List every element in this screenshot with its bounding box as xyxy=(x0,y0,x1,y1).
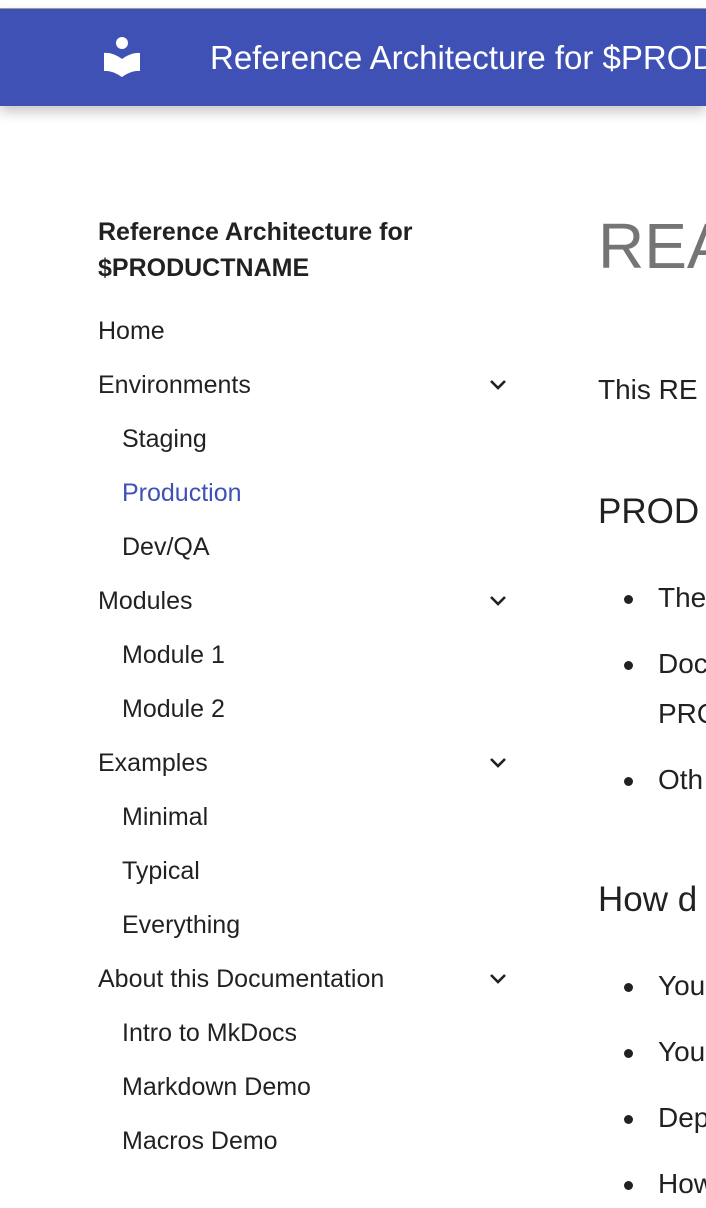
nav-item-home[interactable]: Home xyxy=(98,304,518,358)
nav-item-macros-demo[interactable]: Macros Demo xyxy=(98,1114,518,1168)
nav-item-label: Typical xyxy=(122,856,200,885)
nav-item-label: Macros Demo xyxy=(122,1126,278,1155)
list-item-text: How xyxy=(658,1168,706,1199)
nav-item-examples[interactable]: Examples xyxy=(98,736,518,790)
nav-item-label: Module 2 xyxy=(122,694,225,723)
list-item-continuation: PRO xyxy=(658,698,706,729)
nav-item-label: Everything xyxy=(122,910,241,939)
nav-item-modules[interactable]: Modules xyxy=(98,574,518,628)
nav-item-label: Production xyxy=(122,478,242,507)
nav-item-module-1[interactable]: Module 1 xyxy=(98,628,518,682)
main-content: REA This RE PROD The Doc PRO Oth How d Y… xyxy=(598,0,706,1208)
nav-item-label: Dev/QA xyxy=(122,532,210,561)
nav-item-label: Minimal xyxy=(122,802,209,831)
bullet-icon xyxy=(624,1049,633,1058)
list-item-text: The xyxy=(658,582,706,613)
section-heading: How d xyxy=(598,880,698,919)
bullet-icon xyxy=(624,661,633,670)
nav-item-everything[interactable]: Everything xyxy=(98,898,518,952)
bullet-icon xyxy=(624,1181,633,1190)
chevron-down-icon[interactable] xyxy=(486,373,510,397)
nav-item-minimal[interactable]: Minimal xyxy=(98,790,518,844)
bullet-icon xyxy=(624,983,633,992)
list-item-text: Dep xyxy=(658,1102,706,1133)
book-reader-icon[interactable] xyxy=(102,37,142,79)
nav-item-label: Modules xyxy=(98,586,193,615)
nav-title: Reference Architecture for $PRODUCTNAME xyxy=(98,218,413,282)
nav-item-label: Staging xyxy=(122,424,207,453)
chevron-down-icon[interactable] xyxy=(486,967,510,991)
bullet-icon xyxy=(624,595,633,604)
bullet-icon xyxy=(624,1115,633,1124)
page-title: REA xyxy=(598,210,706,282)
nav-item-markdown-demo[interactable]: Markdown Demo xyxy=(98,1060,518,1114)
nav-item-about-docs[interactable]: About this Documentation xyxy=(98,952,518,1006)
intro-paragraph: This RE xyxy=(598,374,698,405)
list-item-text: Oth xyxy=(658,764,704,795)
chevron-down-icon[interactable] xyxy=(486,751,510,775)
list-item-text: You xyxy=(658,970,706,1001)
nav-item-typical[interactable]: Typical xyxy=(98,844,518,898)
nav-item-label: Environments xyxy=(98,370,251,399)
nav-item-intro-mkdocs[interactable]: Intro to MkDocs xyxy=(98,1006,518,1060)
bullet-icon xyxy=(624,777,633,786)
section-heading: PROD xyxy=(598,492,700,531)
nav-item-staging[interactable]: Staging xyxy=(98,412,518,466)
nav-item-label: Examples xyxy=(98,748,208,777)
list-item-text: Doc xyxy=(658,648,706,679)
nav-item-label: Module 1 xyxy=(122,640,225,669)
nav-item-label: Markdown Demo xyxy=(122,1072,311,1101)
nav-item-module-2[interactable]: Module 2 xyxy=(98,682,518,736)
nav-item-label: Intro to MkDocs xyxy=(122,1018,298,1047)
nav-item-dev-qa[interactable]: Dev/QA xyxy=(98,520,518,574)
list-item-text: You xyxy=(658,1036,706,1067)
nav-item-label: About this Documentation xyxy=(98,964,385,993)
chevron-down-icon[interactable] xyxy=(486,589,510,613)
nav-item-label: Home xyxy=(98,316,165,345)
nav-item-environments[interactable]: Environments xyxy=(98,358,518,412)
nav-item-production[interactable]: Production xyxy=(98,466,518,520)
primary-nav: Reference Architecture for $PRODUCTNAME … xyxy=(98,214,518,1168)
